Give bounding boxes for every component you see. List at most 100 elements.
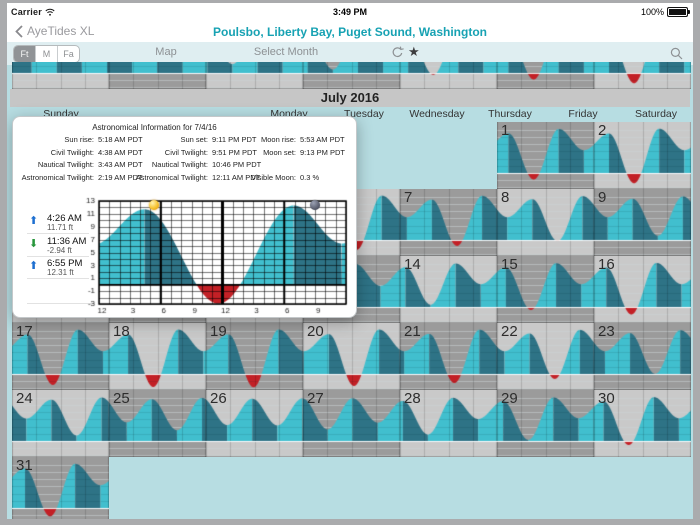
app-screen: Carrier 3:49 PM 100% AyeTides XL Poulsbo… (7, 3, 693, 519)
calendar-day-cell[interactable] (206, 62, 303, 89)
sun-icon (149, 200, 159, 210)
back-button[interactable]: AyeTides XL (15, 24, 94, 38)
tide-curve-canvas (303, 323, 400, 390)
unit-segment-m[interactable]: M (35, 46, 57, 62)
tide-chart-canvas (73, 191, 356, 319)
tide-curve-canvas (206, 323, 303, 390)
calendar-day-cell[interactable]: 24 (12, 390, 109, 457)
calendar-day-cell[interactable] (400, 62, 497, 89)
calendar-day-cell[interactable]: 31 (12, 457, 109, 519)
battery-status: 100% (641, 7, 688, 17)
battery-icon (667, 7, 688, 17)
tide-curve-canvas (594, 390, 691, 457)
calendar-week-row: 24252627282930 (7, 390, 693, 457)
calendar-day-cell[interactable]: 14 (400, 256, 497, 323)
calendar-day-cell[interactable] (303, 62, 400, 89)
calendar-day-cell[interactable] (497, 62, 594, 89)
astro-row: Sun rise:5:18 AM PDTSun set:9:11 PM PDTM… (13, 135, 356, 148)
tide-curve-canvas (497, 122, 594, 189)
calendar-day-cell[interactable] (12, 62, 109, 89)
weekday-label-wednesday: Wednesday (409, 108, 464, 120)
popup-title: Astronomical Information for 7/4/16 (13, 123, 296, 132)
calendar-day-cell[interactable]: 30 (594, 390, 691, 457)
calendar-week-row: 17181920212223 (7, 323, 693, 390)
calendar-day-cell[interactable]: 28 (400, 390, 497, 457)
tide-event-height: -2.94 ft (47, 246, 72, 255)
tide-curve-canvas (400, 323, 497, 390)
unit-segment-fa[interactable]: Fa (57, 46, 79, 62)
rising-tide-arrow-icon: ⬆ (29, 214, 38, 227)
tide-curve-canvas (12, 457, 109, 519)
astro-value: 9:13 PM PDT (300, 148, 345, 157)
tide-curve-canvas (109, 390, 206, 457)
calendar-day-cell[interactable]: 21 (400, 323, 497, 390)
calendar-day-cell[interactable]: 8 (497, 189, 594, 256)
calendar-day-cell[interactable]: 7 (400, 189, 497, 256)
tide-curve-canvas (497, 390, 594, 457)
calendar-day-cell[interactable]: 15 (497, 256, 594, 323)
weekday-label-friday: Friday (568, 108, 597, 120)
tide-curve-canvas (497, 62, 594, 89)
calendar-day-cell[interactable] (594, 62, 691, 89)
astro-label: Moon set: (13, 148, 296, 157)
rising-tide-arrow-icon: ⬆ (29, 259, 38, 272)
tide-curve-canvas (12, 323, 109, 390)
previous-week-partial-row (12, 62, 691, 89)
back-chevron-icon (15, 25, 23, 38)
favorite-star-button[interactable]: ★ (408, 44, 420, 60)
tide-curve-canvas (303, 390, 400, 457)
status-bar: Carrier 3:49 PM 100% (7, 3, 693, 21)
astro-label: Visible Moon: (13, 173, 296, 182)
calendar-day-cell[interactable]: 19 (206, 323, 303, 390)
tide-curve-canvas (400, 390, 497, 457)
calendar-day-cell[interactable]: 23 (594, 323, 691, 390)
calendar-day-cell[interactable]: 29 (497, 390, 594, 457)
calendar-day-cell[interactable]: 22 (497, 323, 594, 390)
calendar-day-cell[interactable]: 9 (594, 189, 691, 256)
map-button[interactable]: Map (155, 46, 176, 58)
calendar-day-cell[interactable] (109, 62, 206, 89)
tide-curve-canvas (594, 256, 691, 323)
tide-curve-canvas (400, 62, 497, 89)
day-detail-popup: Astronomical Information for 7/4/16 Sun … (12, 116, 357, 318)
calendar-day-cell[interactable]: 26 (206, 390, 303, 457)
calendar-day-cell[interactable]: 16 (594, 256, 691, 323)
tide-curve-canvas (109, 323, 206, 390)
astro-row: Civil Twilight:4:38 AM PDTCivil Twilight… (13, 148, 356, 161)
tide-curve-canvas (497, 189, 594, 256)
tide-curve-canvas (109, 62, 206, 89)
status-time: 3:49 PM (7, 7, 693, 17)
tide-event-height: 12.31 ft (47, 268, 74, 277)
calendar-day-cell[interactable]: 2 (594, 122, 691, 189)
tide-curve-canvas (12, 62, 109, 89)
tide-curve-canvas (400, 189, 497, 256)
back-button-label: AyeTides XL (27, 24, 94, 38)
calendar-day-cell[interactable]: 17 (12, 323, 109, 390)
tide-curve-canvas (594, 122, 691, 189)
calendar-day-cell[interactable]: 1 (497, 122, 594, 189)
battery-percent: 100% (641, 7, 664, 17)
units-segmented-control[interactable]: FtMFa (13, 45, 80, 63)
weekday-label-saturday: Saturday (635, 108, 677, 120)
calendar-day-cell[interactable]: 25 (109, 390, 206, 457)
tide-curve-canvas (303, 62, 400, 89)
calendar-day-cell[interactable]: 27 (303, 390, 400, 457)
astro-value: 0.3 % (300, 173, 319, 182)
tide-curve-canvas (12, 390, 109, 457)
tide-curve-canvas (497, 256, 594, 323)
unit-segment-ft[interactable]: Ft (14, 46, 35, 62)
tide-event-height: 11.71 ft (47, 223, 73, 232)
station-title: Poulsbo, Liberty Bay, Puget Sound, Washi… (127, 25, 573, 39)
search-icon (670, 47, 683, 60)
calendar-day-cell[interactable]: 18 (109, 323, 206, 390)
month-header: July 2016 (10, 89, 690, 107)
tide-curve-canvas (206, 62, 303, 89)
astro-label: Nautical Twilight: (13, 160, 208, 169)
tide-curve-canvas (594, 323, 691, 390)
refresh-icon (391, 46, 404, 59)
star-icon: ★ (408, 44, 420, 59)
tide-curve-canvas (206, 390, 303, 457)
tide-curve-canvas (497, 323, 594, 390)
calendar-day-cell[interactable]: 20 (303, 323, 400, 390)
select-month-button[interactable]: Select Month (254, 46, 318, 58)
